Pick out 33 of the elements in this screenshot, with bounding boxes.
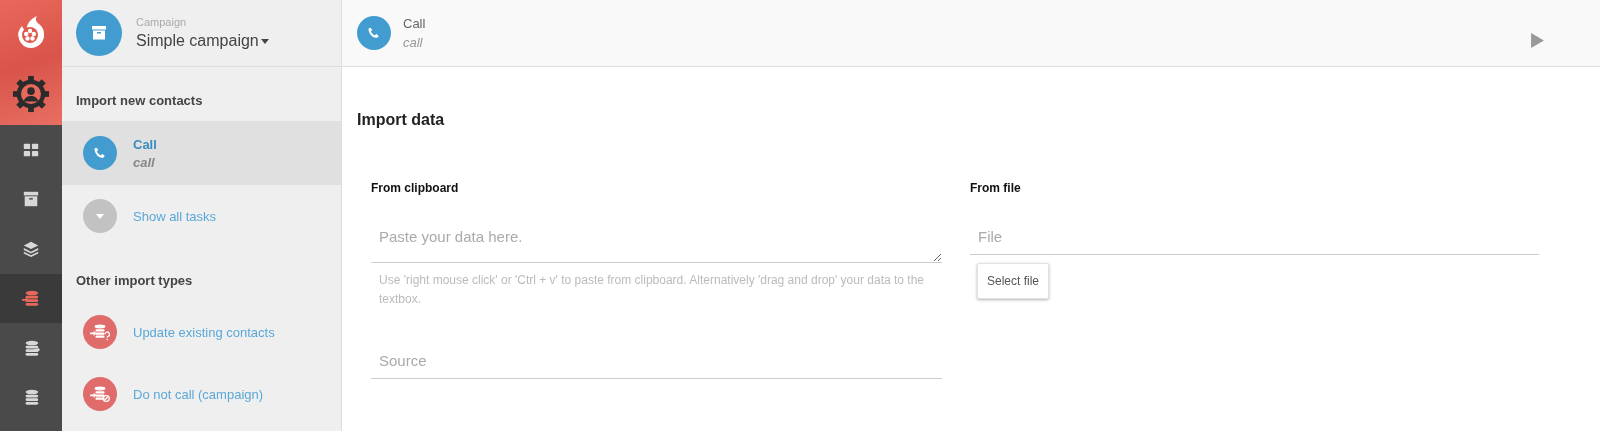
- gear-person-icon[interactable]: [12, 75, 50, 114]
- show-all-tasks-link[interactable]: Show all tasks: [133, 208, 217, 224]
- link-item[interactable]: Do not call (campaign): [62, 363, 341, 425]
- link-item[interactable]: Update existing contacts: [62, 301, 341, 363]
- section-heading: Other import types: [75, 272, 194, 290]
- file-field[interactable]: File: [970, 220, 1539, 255]
- section-heading: From clipboard: [371, 181, 460, 195]
- caret-down-icon: [260, 38, 269, 44]
- campaign-dropdown[interactable]: Simple campaign: [136, 32, 269, 50]
- section-heading: Import new contacts: [75, 92, 204, 110]
- caret-down-icon: [83, 199, 117, 233]
- task-title: Call: [133, 136, 157, 152]
- paste-data-field[interactable]: Paste your data here.: [371, 220, 942, 263]
- help-text: Use 'right mouse click' or 'Ctrl + v' to paste from clipboard. Alternatively 'drag and drop' your data to the textbox.: [378, 272, 925, 308]
- section-heading: From file: [970, 181, 1022, 195]
- select-file-button[interactable]: Select file: [977, 263, 1050, 299]
- task-item[interactable]: Call call: [62, 121, 341, 185]
- database-question-icon: [83, 315, 117, 349]
- phone-icon: [357, 16, 391, 50]
- source-field[interactable]: Source: [371, 344, 942, 379]
- database-import-icon[interactable]: [0, 273, 62, 323]
- link-item[interactable]: Show all tasks: [62, 185, 341, 247]
- task-title: Call: [403, 16, 426, 31]
- import-type-link[interactable]: Update existing contacts: [133, 324, 275, 340]
- campaign-label: Campaign: [136, 16, 188, 28]
- play-icon[interactable]: [1531, 33, 1544, 48]
- phone-icon: [83, 136, 117, 170]
- archive-avatar-icon: [76, 10, 122, 56]
- import-type-link[interactable]: Do not call (campaign): [133, 386, 264, 402]
- task-subtitle: call: [133, 154, 156, 170]
- page-heading: Import data: [357, 111, 446, 129]
- task-subtitle: call: [403, 35, 424, 50]
- database-block-icon: [83, 377, 117, 411]
